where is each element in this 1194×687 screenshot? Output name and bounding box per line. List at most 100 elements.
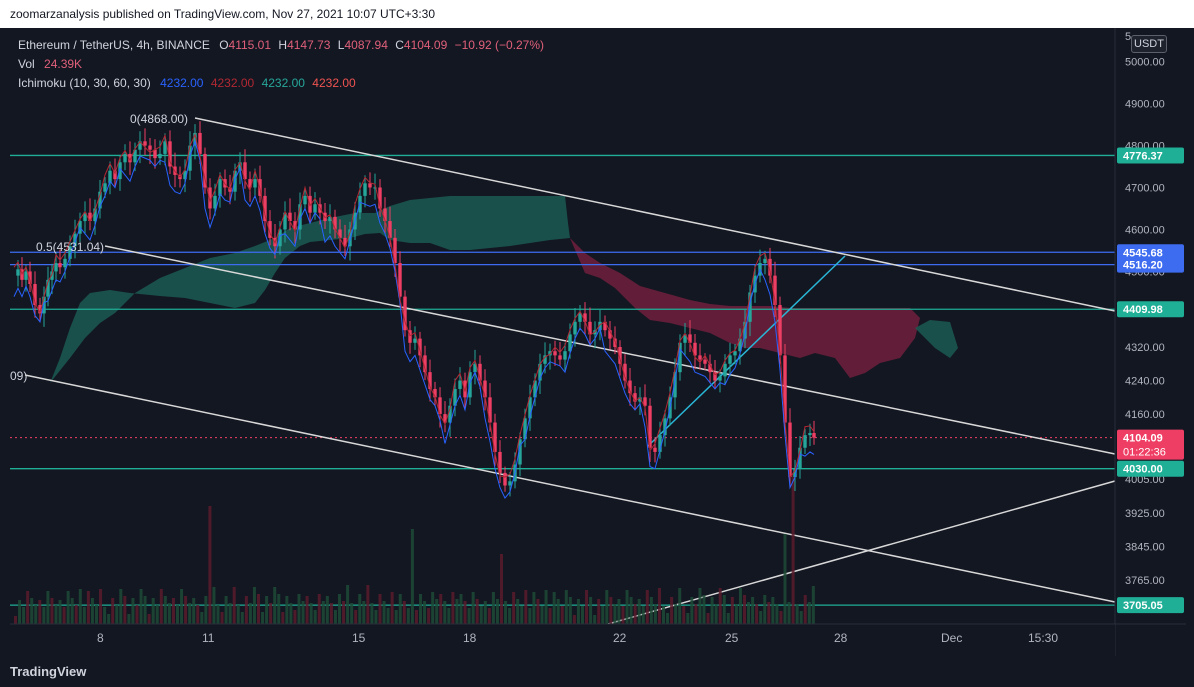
volume-bar bbox=[581, 606, 584, 624]
symbol-name[interactable]: Ethereum / TetherUS, 4h, BINANCE bbox=[18, 38, 210, 52]
volume-bar bbox=[435, 599, 439, 624]
volume-bar bbox=[119, 589, 123, 624]
tradingview-logo[interactable]: TradingView bbox=[10, 664, 86, 679]
chart-frame[interactable]: 0(4868.00) 0.5(4531.04) 09) 5000.00 4900.00 4… bbox=[10, 28, 1186, 656]
candle-body bbox=[158, 153, 162, 159]
price-tick-label: 3925.00 bbox=[1125, 508, 1165, 520]
volume-bar bbox=[123, 596, 127, 624]
volume-bar bbox=[637, 599, 641, 624]
volume-bar bbox=[228, 603, 232, 624]
currency-badge[interactable]: USDT bbox=[1131, 35, 1167, 53]
volume-bar bbox=[317, 594, 321, 624]
volume-bar bbox=[653, 604, 657, 624]
volume-bar bbox=[115, 605, 119, 624]
volume-bar bbox=[775, 604, 779, 624]
volume-bar bbox=[111, 598, 115, 624]
volume-bar bbox=[78, 589, 82, 624]
price-badge-label: 4516.20 bbox=[1123, 260, 1163, 272]
publish-text: zoomarzanalysis published on TradingView… bbox=[10, 7, 436, 21]
volume-bar bbox=[649, 597, 653, 624]
ichimoku-label[interactable]: Ichimoku (10, 30, 60, 30) bbox=[18, 76, 151, 90]
volume-bar bbox=[427, 608, 431, 624]
volume-bar bbox=[439, 594, 443, 624]
volume-bar bbox=[495, 599, 499, 624]
volume-bar bbox=[325, 596, 329, 624]
volume-bar bbox=[706, 613, 710, 624]
volume-bar bbox=[143, 596, 147, 624]
price-chart[interactable]: 0(4868.00) 0.5(4531.04) 09) 5000.00 4900.00 4… bbox=[10, 28, 1186, 656]
volume-bar bbox=[791, 474, 795, 624]
fib-label-05: 0.5(4531.04) bbox=[36, 240, 104, 254]
volume-bar bbox=[471, 592, 475, 624]
volume-bar bbox=[159, 589, 163, 624]
candle-body bbox=[703, 359, 707, 364]
candle-body bbox=[653, 447, 657, 452]
candle-body bbox=[573, 321, 577, 335]
volume-bar bbox=[366, 585, 370, 624]
volume-bar bbox=[346, 585, 350, 624]
volume-bar bbox=[54, 605, 58, 624]
legend-symbol-row: Ethereum / TetherUS, 4h, BINANCE O4115.0… bbox=[18, 36, 544, 55]
volume-bar bbox=[86, 591, 90, 624]
candle-body bbox=[803, 435, 807, 448]
candle-body bbox=[303, 195, 307, 205]
volume-bar bbox=[734, 604, 738, 624]
publish-header: zoomarzanalysis published on TradingView… bbox=[0, 0, 1194, 28]
volume-bar bbox=[224, 596, 228, 624]
candle-body bbox=[123, 153, 127, 163]
price-tick-label: 4320.00 bbox=[1125, 342, 1165, 354]
volume-bar bbox=[556, 599, 560, 624]
volume-bar bbox=[747, 602, 751, 624]
volume-bar bbox=[378, 594, 382, 624]
volume-bar bbox=[779, 611, 783, 624]
volume-bar bbox=[188, 603, 192, 624]
volume-bar bbox=[508, 608, 512, 624]
fib-label-0: 0(4868.00) bbox=[130, 112, 188, 126]
candle-body bbox=[778, 305, 782, 356]
volume-bar bbox=[261, 612, 265, 624]
volume-bar bbox=[151, 598, 155, 624]
candle-body bbox=[368, 183, 372, 188]
candle-body bbox=[363, 183, 367, 196]
volume-bar bbox=[42, 607, 46, 624]
volume-bar bbox=[184, 596, 188, 624]
volume-bar bbox=[803, 595, 807, 624]
candle-body bbox=[16, 269, 20, 276]
volume-bar bbox=[26, 591, 30, 624]
time-tick-label: 11 bbox=[202, 631, 215, 645]
candle-body bbox=[508, 481, 512, 486]
volume-bar bbox=[212, 587, 216, 624]
candle-body bbox=[63, 258, 67, 268]
candle-body bbox=[148, 145, 152, 150]
volume-bar bbox=[560, 606, 564, 624]
volume-bar bbox=[528, 608, 532, 624]
close-value: 4104.09 bbox=[403, 38, 448, 52]
volume-bar bbox=[807, 602, 811, 624]
volume-bar bbox=[155, 605, 159, 624]
volume-bar bbox=[710, 597, 714, 624]
volume-bar bbox=[811, 586, 815, 624]
candle-body bbox=[718, 376, 722, 381]
volume-bar bbox=[62, 607, 66, 624]
volume-bar bbox=[609, 597, 613, 624]
price-tick-label: 4700.00 bbox=[1125, 182, 1165, 194]
candle-body bbox=[358, 195, 362, 213]
volume-bar bbox=[34, 605, 38, 624]
vol-label[interactable]: Vol bbox=[18, 57, 35, 71]
volume-bar bbox=[641, 606, 645, 624]
volume-bar bbox=[678, 588, 682, 624]
volume-bar bbox=[167, 603, 171, 624]
volume-bar bbox=[552, 592, 556, 624]
volume-bar bbox=[500, 554, 503, 624]
volume-bar bbox=[374, 610, 378, 624]
ichimoku-value-1: 4232.00 bbox=[160, 76, 204, 90]
volume-bar bbox=[107, 614, 111, 624]
volume-bar bbox=[321, 601, 325, 624]
volume-bar bbox=[483, 601, 487, 624]
volume-bar bbox=[589, 597, 593, 624]
volume-bar bbox=[605, 590, 609, 624]
volume-bar bbox=[293, 610, 297, 624]
candle-body bbox=[313, 204, 317, 213]
volume-bar bbox=[629, 597, 633, 624]
volume-bar bbox=[491, 592, 495, 624]
